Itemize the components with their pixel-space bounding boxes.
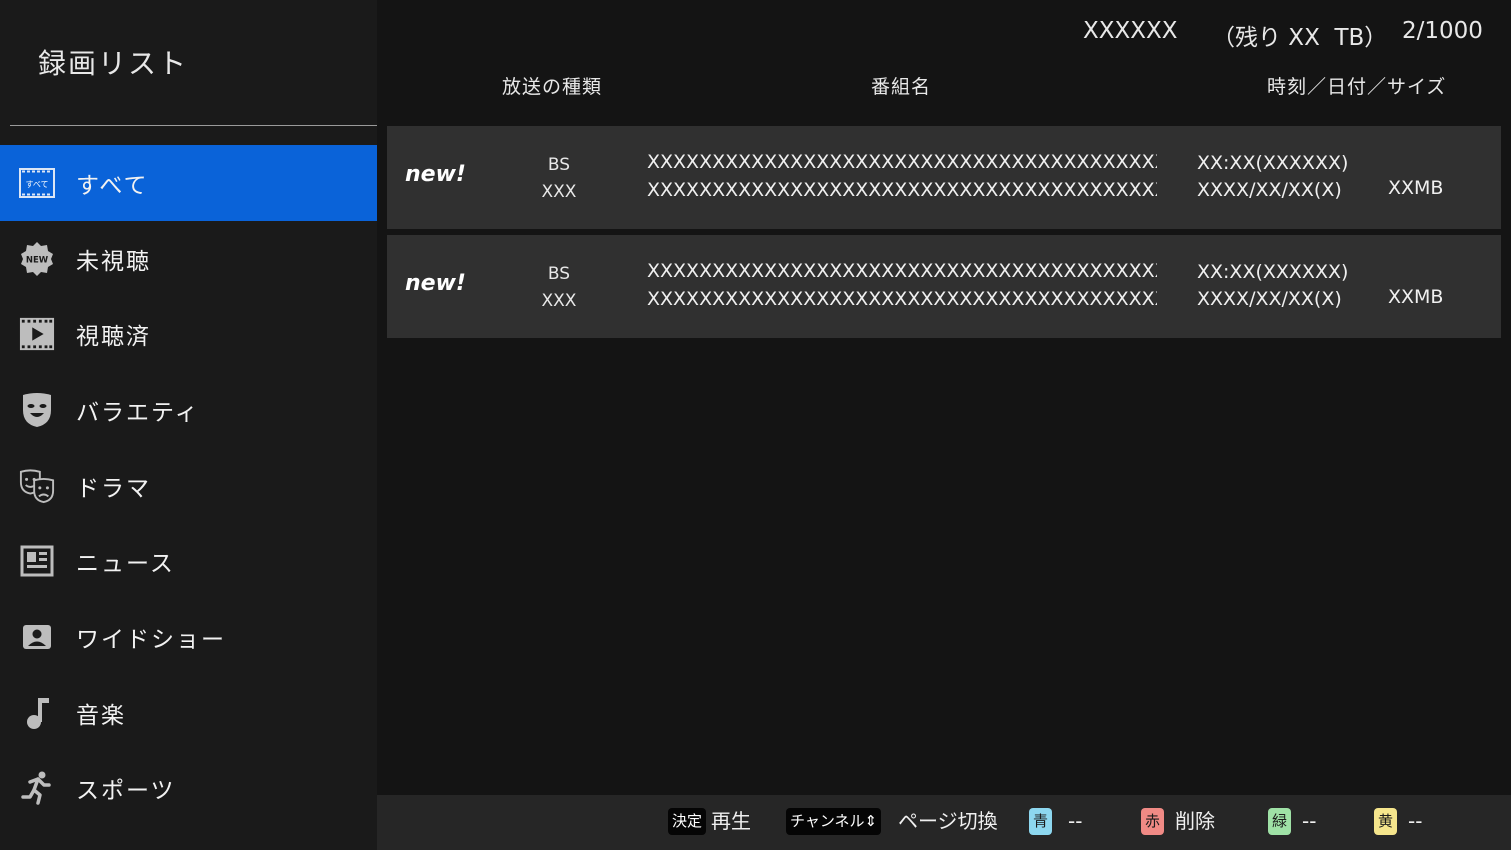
column-header-title: 番組名 xyxy=(871,76,932,98)
program-title-line1: XXXXXXXXXXXXXXXXXXXXXXXXXXXXXXXXXXXXXXXX xyxy=(647,151,1157,173)
yellow-key-label: -- xyxy=(1408,809,1423,833)
device-name: XXXXXX xyxy=(1083,18,1178,44)
enter-key[interactable]: 決定 xyxy=(668,808,707,835)
all-icon: すべて xyxy=(19,165,55,201)
channel-key[interactable]: チャンネル⇕ xyxy=(786,808,882,835)
green-key-label: -- xyxy=(1302,809,1317,833)
broadcast-type: BS XXX xyxy=(527,152,591,206)
category-label: スポーツ xyxy=(76,778,176,805)
category-item-all[interactable]: すべて すべて xyxy=(0,145,377,221)
column-header-type: 放送の種類 xyxy=(502,76,603,98)
recording-list: new! BS XXX XXXXXXXXXXXXXXXXXXXXXXXXXXXX… xyxy=(387,126,1501,344)
category-label: 視聴済 xyxy=(76,324,151,351)
channel-key-label: ページ切換 xyxy=(898,809,998,833)
sidebar-divider xyxy=(10,125,377,126)
category-item-watched[interactable]: 視聴済 xyxy=(0,296,377,372)
new-flag: new! xyxy=(405,162,466,187)
recording-time: XX:XX(XXXXXX) xyxy=(1197,152,1349,174)
broadcast-network: BS xyxy=(547,264,571,284)
recording-row[interactable]: new! BS XXX XXXXXXXXXXXXXXXXXXXXXXXXXXXX… xyxy=(387,126,1501,229)
person-card-icon xyxy=(19,619,55,655)
recording-size: XXMB xyxy=(1388,286,1444,308)
red-key-label: 削除 xyxy=(1175,809,1215,833)
broadcast-type: BS XXX xyxy=(527,261,591,315)
category-label: バラエティ xyxy=(76,399,200,426)
newspaper-icon xyxy=(19,543,55,579)
category-item-sports[interactable]: スポーツ xyxy=(0,751,377,827)
enter-key-label: 再生 xyxy=(711,809,751,833)
category-label: ドラマ xyxy=(76,475,151,502)
green-key[interactable]: 緑 xyxy=(1268,808,1292,835)
category-label: 音楽 xyxy=(76,702,126,729)
runner-icon xyxy=(19,770,55,806)
category-item-unwatched[interactable]: NEW 未視聴 xyxy=(0,221,377,297)
program-title-line2: XXXXXXXXXXXXXXXXXXXXXXXXXXXXXXXXXXXXXXXX xyxy=(647,179,1157,201)
recording-datetime: XX:XX(XXXXXX) XXXX/XX/XX(X) xyxy=(1197,150,1348,204)
category-item-news[interactable]: ニュース xyxy=(0,523,377,599)
channel-number: XXX xyxy=(541,182,577,202)
category-item-drama[interactable]: ドラマ xyxy=(0,448,377,524)
new-flag: new! xyxy=(405,271,466,296)
program-title-line2: XXXXXXXXXXXXXXXXXXXXXXXXXXXXXXXXXXXXXXXX xyxy=(647,288,1157,310)
recording-time: XX:XX(XXXXXX) xyxy=(1197,261,1349,283)
red-key[interactable]: 赤 xyxy=(1141,808,1165,835)
program-title: XXXXXXXXXXXXXXXXXXXXXXXXXXXXXXXXXXXXXXXX… xyxy=(647,148,1157,204)
recording-list-panel: XXXXXX （残り XX TB） 2/1000 放送の種類 番組名 時刻／日付… xyxy=(377,0,1511,850)
new-badge-icon: NEW xyxy=(19,241,55,277)
category-item-wideshow[interactable]: ワイドショー xyxy=(0,599,377,675)
recording-date: XXXX/XX/XX(X) xyxy=(1197,179,1342,201)
category-item-variety[interactable]: バラエティ xyxy=(0,372,377,448)
recording-date: XXXX/XX/XX(X) xyxy=(1197,288,1342,310)
broadcast-network: BS xyxy=(547,155,571,175)
category-list: すべて すべて NEW 未視聴 視聴済 バラエティ ドラマ ニュース ワイドショ… xyxy=(0,145,377,826)
category-label: ワイドショー xyxy=(76,626,226,653)
page-indicator: 2/1000 xyxy=(1402,18,1483,44)
svg-text:すべて: すべて xyxy=(25,180,48,189)
category-label: すべて xyxy=(76,172,149,199)
blue-key-label: -- xyxy=(1068,809,1083,833)
program-title-line1: XXXXXXXXXXXXXXXXXXXXXXXXXXXXXXXXXXXXXXXX xyxy=(647,260,1157,282)
film-play-icon xyxy=(19,316,55,352)
recording-row[interactable]: new! BS XXX XXXXXXXXXXXXXXXXXXXXXXXXXXXX… xyxy=(387,235,1501,338)
yellow-key[interactable]: 黄 xyxy=(1374,808,1398,835)
category-label: ニュース xyxy=(76,551,175,578)
sidebar-title: 録画リスト xyxy=(38,47,189,80)
program-title: XXXXXXXXXXXXXXXXXXXXXXXXXXXXXXXXXXXXXXXX… xyxy=(647,257,1157,313)
sidebar: 録画リスト すべて すべて NEW 未視聴 視聴済 バラエティ ドラマ ニュース… xyxy=(0,0,377,850)
drama-masks-icon xyxy=(19,468,55,504)
footer-key-guide: 決定 再生 チャンネル⇕ ページ切換 青 -- 赤 削除 緑 -- 黄 -- xyxy=(377,795,1511,850)
column-header-datetime: 時刻／日付／サイズ xyxy=(1267,76,1447,98)
channel-number: XXX xyxy=(541,291,577,311)
recording-datetime: XX:XX(XXXXXX) XXXX/XX/XX(X) xyxy=(1197,259,1348,313)
music-note-icon xyxy=(19,695,55,731)
category-item-music[interactable]: 音楽 xyxy=(0,675,377,751)
category-label: 未視聴 xyxy=(76,248,151,275)
svg-text:NEW: NEW xyxy=(26,255,49,265)
remaining-capacity: （残り XX TB） xyxy=(1212,25,1388,51)
recording-size: XXMB xyxy=(1388,177,1444,199)
mask-icon xyxy=(19,392,55,428)
blue-key[interactable]: 青 xyxy=(1029,808,1053,835)
